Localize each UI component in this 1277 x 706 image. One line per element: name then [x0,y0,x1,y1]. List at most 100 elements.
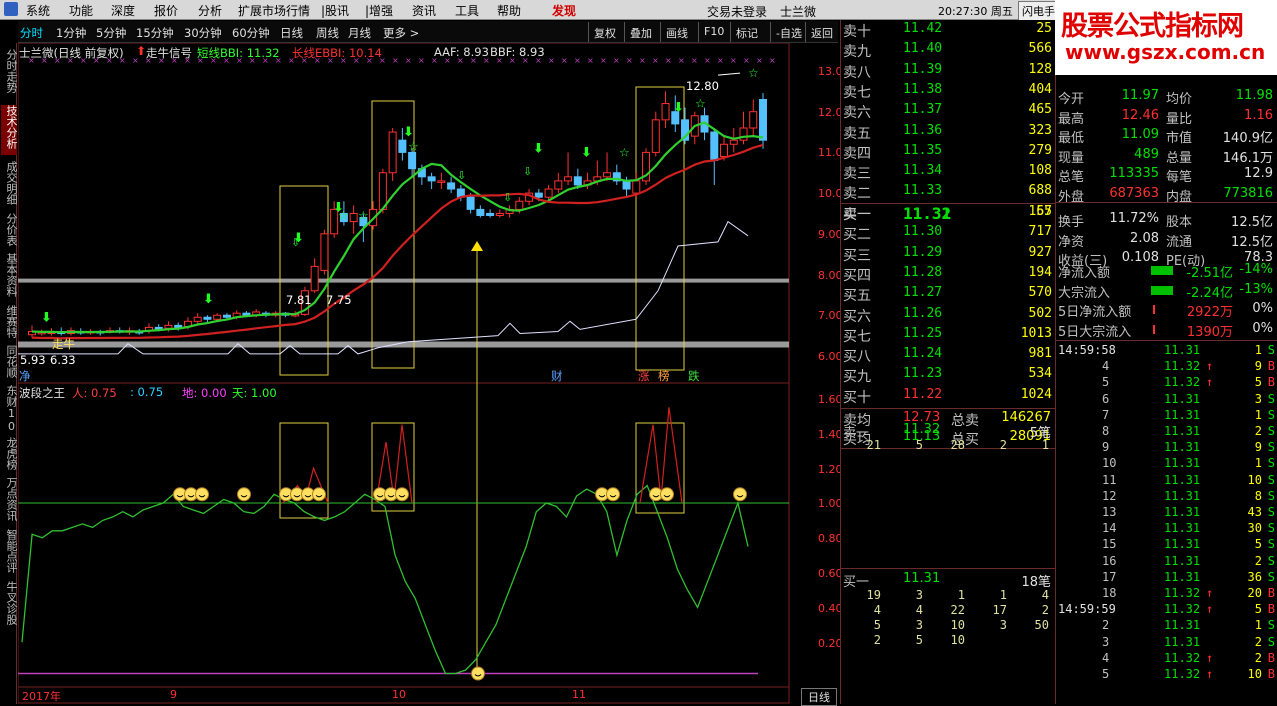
candle-body [495,212,504,216]
left-nav-4[interactable]: 基本资料 [1,253,18,303]
tick-row: 14:59:58 11.31 1 S [1056,343,1277,359]
tick-side: S [1267,521,1275,536]
buy1-detail-value: 4 [1041,588,1049,602]
tick-side: B [1267,586,1275,600]
tick-time: 4 [1102,359,1110,374]
period-tab-6[interactable]: 日线 [280,25,303,41]
left-nav-1[interactable]: 技术分析 [1,105,18,155]
tool-button-6[interactable]: 返回 [805,22,838,42]
hollow-arrow-icon: ⇩ [503,191,512,204]
event-tag-0: 财 [551,369,563,383]
left-nav-7[interactable]: 东财10 [1,385,18,435]
menu-item-0[interactable]: 系统 [26,2,50,19]
flash-trade-button[interactable]: 闪电手 [1018,1,1059,21]
osc-tick-5: 0.60 [818,567,843,580]
tool-button-2[interactable]: 画线 [660,22,693,42]
marker-star: × [561,56,568,65]
marker-star: × [665,56,672,65]
tick-volume: 2 [1254,634,1262,649]
signal-down-arrow-icon: ⬇ [581,145,592,160]
buy-level-name: 买一 [843,207,871,223]
marker-star: × [418,56,425,65]
left-nav-6[interactable]: 同花顺 [1,345,18,383]
mid-price-label-1: 7.81 [286,293,312,307]
login-status: 交易未登录 [707,5,768,19]
left-nav-11[interactable]: 牛叉诊股 [1,581,18,631]
period-tab-1[interactable]: 1分钟 [56,25,86,41]
left-nav-10[interactable]: 智能点评 [1,529,18,579]
buy-level-volume: 1024 [1020,386,1052,402]
flow-value-0: -2.51亿 [1186,266,1233,281]
tick-row: 2 11.31 1 S [1056,618,1277,634]
marker-star: × [626,56,633,65]
buy-level-price: 11.22 [903,386,943,402]
watermark-url: www.gszx.com.cn [1065,40,1266,64]
osc-tick-6: 0.40 [818,601,843,615]
stat-value-6: 11.72% [1109,211,1159,226]
menu-logo-icon [4,2,18,16]
period-tab-9[interactable]: 更多 > [383,25,419,41]
menu-item-7[interactable]: |增强 [365,2,393,19]
marker-star: × [717,56,724,65]
menu-item-5[interactable]: 扩展市场行情 [238,2,310,19]
tick-volume: 1 [1254,343,1262,357]
period-tab-0[interactable]: 分时 [20,25,43,41]
period-tab-4[interactable]: 30分钟 [184,25,222,41]
period-tab-2[interactable]: 5分钟 [96,25,126,41]
buy1-detail-price: 11.31 [903,571,941,586]
period-tab-3[interactable]: 15分钟 [136,25,174,41]
smiley-icon [395,487,409,502]
marker-star: × [743,56,750,65]
left-nav-2[interactable]: 成交明细 [1,161,18,211]
left-nav-9[interactable]: 万点资讯 [1,477,18,527]
sell-level-volume: 465 [1028,102,1052,118]
signal-down-arrow-icon: ⬇ [203,292,214,307]
left-nav-0[interactable]: 分时走势 [1,49,18,99]
flow-bar-2 [1153,305,1155,314]
candle-body [349,212,358,223]
candle-body [154,326,163,330]
tick-price: 11.31 [1164,456,1201,471]
tick-side: S [1267,407,1275,422]
sell-level-volume: 25 [1036,21,1052,36]
stat-value2-7: 12.5亿 [1231,234,1273,250]
tick-price: 11.31 [1164,634,1201,649]
tick-row: 10 11.31 1 S [1056,456,1277,472]
candle-body [486,212,495,216]
buy1-detail-value: 3 [999,618,1007,632]
smiley-icon [733,487,747,502]
buy1-detail-value: 3 [915,588,923,602]
candle-body [554,180,563,190]
menu-item-3[interactable]: 报价 [154,2,178,19]
osc-di: 地: 0.00 [182,386,227,400]
left-nav-3[interactable]: 分价表 [1,213,18,251]
menu-item-10[interactable]: 帮助 [497,2,521,19]
osc-tick-4: 0.80 [818,532,843,546]
menu-item-1[interactable]: 功能 [69,2,93,19]
menu-item-11[interactable]: 发现 [552,2,576,19]
tool-button-0[interactable]: 复权 [588,22,621,42]
buy1-detail-value: 5 [915,633,923,647]
menu-item-8[interactable]: 资讯 [412,2,436,19]
period-tab-8[interactable]: 月线 [348,25,371,41]
period-tab-5[interactable]: 60分钟 [232,25,270,41]
flow-value-3: 1390万 [1186,324,1233,340]
left-nav-5[interactable]: 维赛特 [1,305,18,343]
menu-item-2[interactable]: 深度 [111,2,135,19]
tool-button-5[interactable]: -自选 [770,22,807,42]
stat-value-5: 687363 [1109,185,1159,201]
kline-chart[interactable]: × × × × × × × × × × × × × × × × × × × × × × × × × × × × × × × × × × × × × × × ×… [18,43,790,704]
menu-item-4[interactable]: 分析 [198,2,222,19]
candle-body [759,98,767,141]
menu-item-6[interactable]: |股讯 [321,2,349,19]
buy1-detail-value: 4 [915,603,923,617]
tool-button-3[interactable]: F10 [698,22,729,42]
tool-button-1[interactable]: 叠加 [624,22,657,42]
period-tab-7[interactable]: 周线 [316,25,339,41]
candle-body [720,143,729,157]
menu-item-9[interactable]: 工具 [455,2,479,19]
tick-price: 11.32 [1164,667,1201,681]
left-nav-8[interactable]: 龙虎榜 [1,437,18,475]
tick-volume: 20 [1247,586,1262,600]
tool-button-4[interactable]: 标记 [730,22,763,42]
